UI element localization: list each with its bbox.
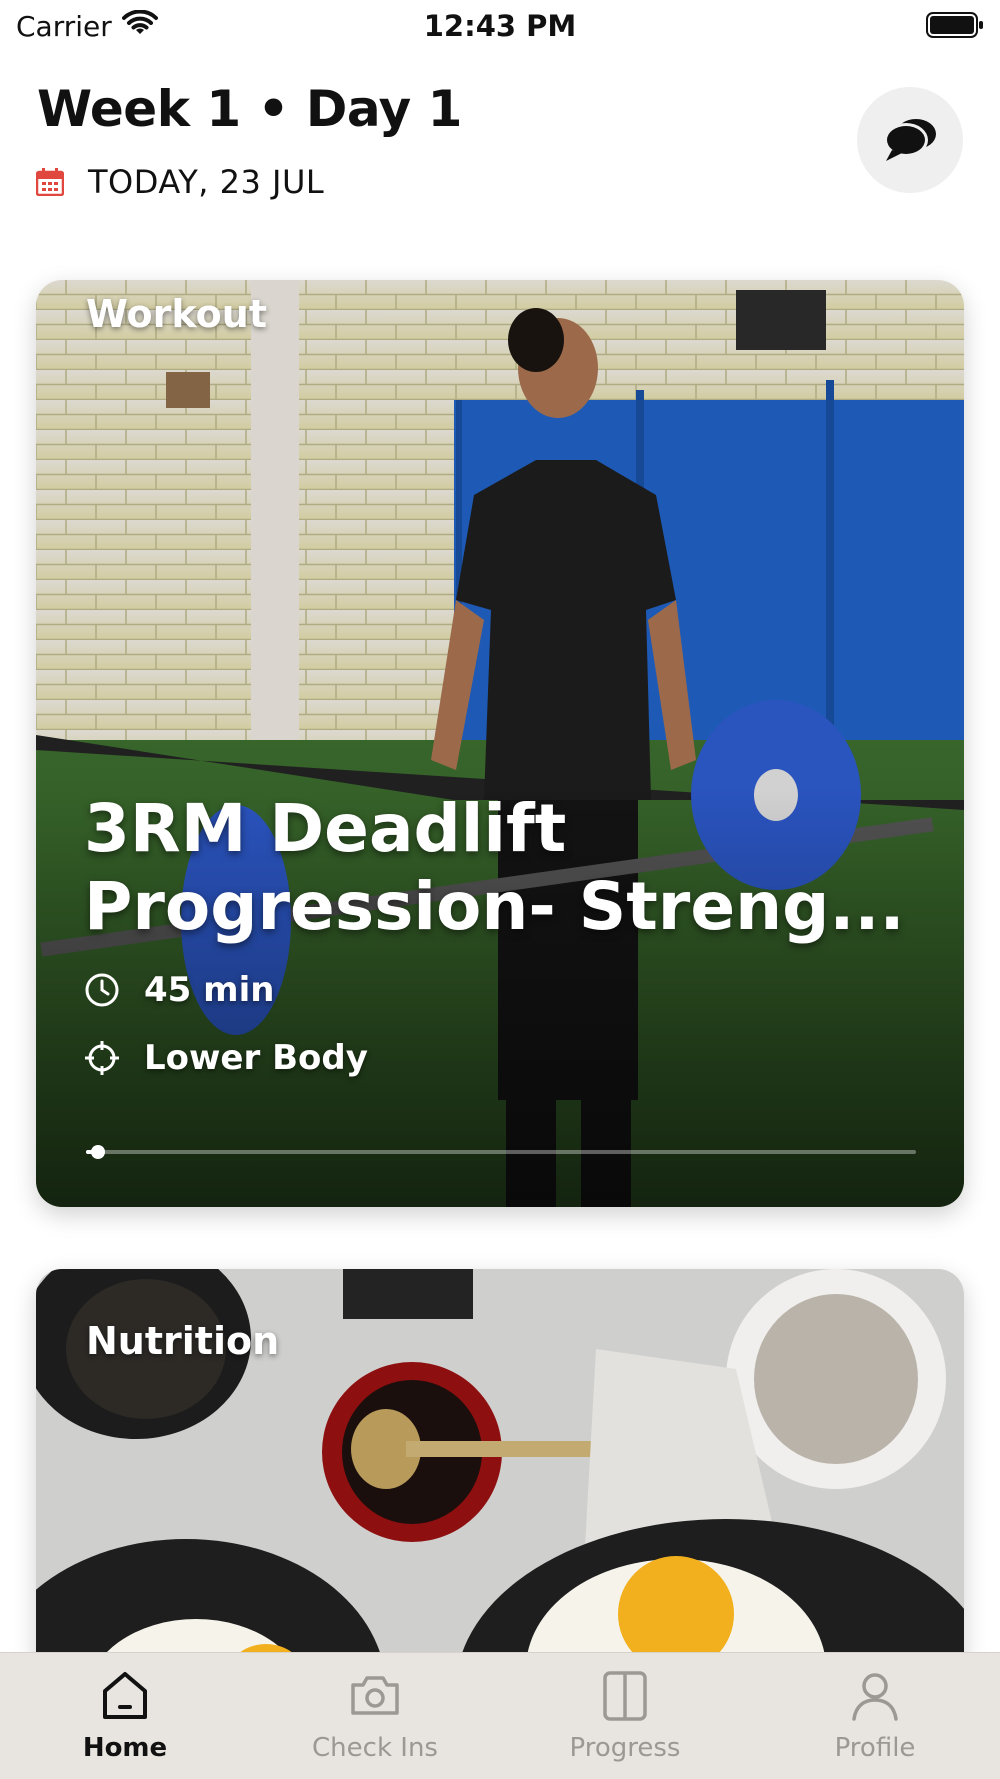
battery-icon bbox=[926, 12, 983, 38]
compare-icon bbox=[603, 1671, 647, 1721]
tab-profile-label: Profile bbox=[834, 1733, 916, 1763]
chat-bubbles-icon bbox=[884, 119, 936, 161]
date-row: TODAY, 23 JUL bbox=[36, 162, 324, 202]
chat-button[interactable] bbox=[857, 87, 963, 193]
target-crosshair-icon bbox=[85, 1041, 119, 1075]
tab-check-ins[interactable]: Check Ins bbox=[250, 1653, 500, 1779]
workout-label: Workout bbox=[86, 292, 267, 336]
person-icon bbox=[852, 1673, 898, 1721]
tab-check-ins-label: Check Ins bbox=[312, 1733, 438, 1763]
duration-label: 45 min bbox=[144, 970, 275, 1010]
workout-card[interactable]: Workout 3RM Deadlift Progression- Streng… bbox=[36, 280, 964, 1207]
calendar-icon bbox=[36, 168, 64, 196]
page-title: Week 1 • Day 1 bbox=[37, 80, 462, 138]
home-icon bbox=[103, 1672, 147, 1719]
status-bar: Carrier 12:43 PM bbox=[0, 0, 1000, 50]
tab-home[interactable]: Home bbox=[0, 1653, 250, 1779]
tab-profile[interactable]: Profile bbox=[750, 1653, 1000, 1779]
camera-icon bbox=[351, 1676, 399, 1715]
tab-progress[interactable]: Progress bbox=[500, 1653, 750, 1779]
nutrition-card[interactable]: Nutrition bbox=[36, 1269, 964, 1709]
focus-row: Lower Body bbox=[84, 1038, 368, 1078]
tab-home-label: Home bbox=[82, 1733, 168, 1763]
focus-label: Lower Body bbox=[144, 1038, 368, 1078]
date-label: TODAY, 23 JUL bbox=[88, 163, 325, 201]
nutrition-label: Nutrition bbox=[86, 1319, 280, 1363]
workout-progress-bar bbox=[86, 1145, 916, 1159]
clock-icon bbox=[85, 973, 119, 1007]
tab-bar: Home Check Ins Progress Profile bbox=[0, 1652, 1000, 1779]
duration-row: 45 min bbox=[84, 970, 274, 1010]
tab-progress-label: Progress bbox=[569, 1733, 681, 1763]
status-time: 12:43 PM bbox=[423, 9, 577, 43]
workout-title: 3RM Deadlift Progression- Streng... bbox=[84, 790, 905, 945]
